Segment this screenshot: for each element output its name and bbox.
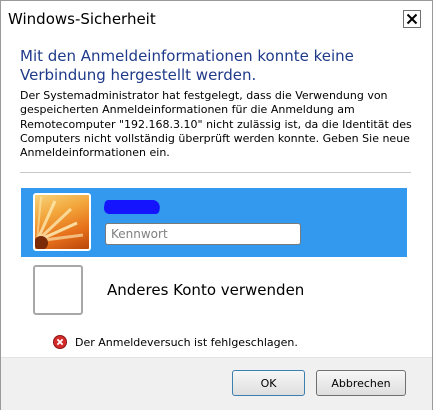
close-button[interactable] [403,10,421,28]
title-bar[interactable]: Windows-Sicherheit [1,1,432,35]
empty-avatar-icon [33,265,83,315]
close-icon [406,13,418,25]
error-heading: Mit den Anmeldeinformationen konnte kein… [20,47,354,84]
account-tile-selected[interactable] [21,188,407,257]
flower-avatar-icon [33,193,91,251]
account-tile-other[interactable]: Anderes Konto verwenden [21,259,407,323]
cancel-button[interactable]: Abbrechen [316,370,406,396]
password-field[interactable] [105,223,301,245]
error-message: Der Anmeldeversuch ist fehlgeschlagen. [75,335,298,349]
window-title: Windows-Sicherheit [8,10,156,28]
username-redaction [102,200,162,214]
error-icon [53,335,67,349]
credentials-dialog: Windows-Sicherheit Mit den Anmeldeinform… [0,0,433,410]
button-bar: OK Abbrechen [1,357,432,410]
other-account-label: Anderes Konto verwenden [107,281,305,299]
separator [20,172,411,173]
error-status: Der Anmeldeversuch ist fehlgeschlagen. [53,334,298,350]
error-description: Der Systemadministrator hat festgelegt, … [20,89,412,160]
ok-button[interactable]: OK [232,370,305,396]
